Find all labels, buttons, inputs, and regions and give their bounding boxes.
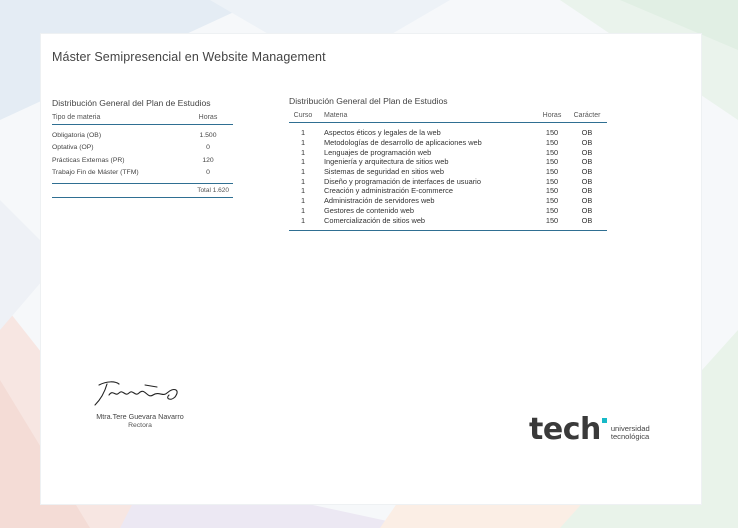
materia-cell: Administración de servidores web <box>324 196 435 206</box>
tipo-cell: Trabajo Fin de Máster (TFM) <box>52 169 139 177</box>
horas-cell: 150 <box>545 147 559 157</box>
tipo-cell: Prácticas Externas (PR) <box>52 156 125 164</box>
logo-word-text: tech <box>529 412 601 447</box>
signature-block: Mtra.Tere Guevara Navarro Rectora <box>60 375 220 429</box>
subjects-section-title: Distribución General del Plan de Estudio… <box>289 96 448 106</box>
subjects-table-body: 1 Aspectos éticos y legales de la web 15… <box>289 123 607 231</box>
handwritten-signature <box>94 381 178 406</box>
summary-table-header: Tipo de materia Horas <box>52 114 233 125</box>
materia-cell: Comercialización de sitios web <box>324 215 426 225</box>
curso-cell: 1 <box>300 205 306 215</box>
curso-cell: 1 <box>300 147 306 157</box>
table-row: 1 Diseño y programación de interfaces de… <box>289 176 607 186</box>
horas-cell: 150 <box>545 215 559 225</box>
col-horas-header: Horas <box>542 112 562 119</box>
caracter-cell: OB <box>581 215 593 225</box>
caracter-cell: OB <box>581 138 593 148</box>
table-row: 1 Creación y administración E-commerce 1… <box>289 186 607 196</box>
table-row: Trabajo Fin de Máster (TFM) 0 <box>52 167 233 180</box>
summary-table-body: Obligatoria (OB) 1.500 Optativa (OP) 0 P… <box>52 125 233 184</box>
curso-cell: 1 <box>300 167 306 177</box>
materia-cell: Ingeniería y arquitectura de sitios web <box>324 157 449 167</box>
horas-cell: 150 <box>545 176 559 186</box>
table-row: 1 Ingeniería y arquitectura de sitios we… <box>289 157 607 167</box>
caracter-cell: OB <box>581 167 593 177</box>
horas-cell: 150 <box>545 196 559 206</box>
materia-cell: Gestores de contenido web <box>324 205 414 215</box>
caracter-cell: OB <box>581 176 593 186</box>
caracter-cell: OB <box>581 128 593 138</box>
table-row: 1 Aspectos éticos y legales de la web 15… <box>289 128 607 138</box>
table-row: 1 Comercialización de sitios web 150 OB <box>289 215 607 225</box>
col-materia-header: Materia <box>324 112 348 119</box>
caracter-cell: OB <box>581 205 593 215</box>
horas-cell: 150 <box>545 157 559 167</box>
curso-cell: 1 <box>300 186 306 196</box>
curso-cell: 1 <box>300 138 306 148</box>
curso-cell: 1 <box>300 196 306 206</box>
curso-cell: 1 <box>300 157 306 167</box>
caracter-cell: OB <box>581 147 593 157</box>
tipo-cell: Optativa (OP) <box>52 144 94 152</box>
horas-cell: 150 <box>545 128 559 138</box>
signatory-role: Rectora <box>128 422 152 429</box>
horas-cell: 120 <box>202 156 214 164</box>
table-row: 1 Metodologías de desarrollo de aplicaci… <box>289 138 607 148</box>
curso-cell: 1 <box>300 215 306 225</box>
curso-cell: 1 <box>300 176 306 186</box>
curso-cell: 1 <box>300 128 306 138</box>
materia-cell: Aspectos éticos y legales de la web <box>324 128 441 138</box>
logo-line2: tecnológica <box>610 432 650 441</box>
logo-subtitle: universidad tecnológica <box>611 425 650 441</box>
col-curso-header: Curso <box>293 112 313 119</box>
materia-cell: Metodologías de desarrollo de aplicacion… <box>324 138 482 148</box>
horas-cell: 0 <box>206 144 210 152</box>
table-row: Prácticas Externas (PR) 120 <box>52 154 233 167</box>
table-row: Obligatoria (OB) 1.500 <box>52 129 233 142</box>
table-row: 1 Sistemas de seguridad en sitios web 15… <box>289 167 607 177</box>
caracter-cell: OB <box>581 196 593 206</box>
table-row: 1 Gestores de contenido web 150 OB <box>289 206 607 216</box>
document-title: Máster Semipresencial en Website Managem… <box>52 50 326 64</box>
table-row: Optativa (OP) 0 <box>52 142 233 155</box>
summary-section-title: Distribución General del Plan de Estudio… <box>52 98 211 108</box>
subjects-table-header: Curso Materia Horas Carácter <box>289 112 607 123</box>
col-tipo-header: Tipo de materia <box>52 114 101 121</box>
col-caracter-header: Carácter <box>573 112 601 119</box>
logo-accent-dot <box>601 418 607 423</box>
table-row: 1 Lenguajes de programación web 150 OB <box>289 147 607 157</box>
table-row: 1 Administración de servidores web 150 O… <box>289 196 607 206</box>
horas-cell: 150 <box>545 138 559 148</box>
tech-logo: tech universidad tecnológica <box>529 415 650 445</box>
materia-cell: Diseño y programación de interfaces de u… <box>324 176 481 186</box>
summary-table: Distribución General del Plan de Estudio… <box>52 98 233 198</box>
caracter-cell: OB <box>581 186 593 196</box>
horas-cell: 150 <box>545 205 559 215</box>
horas-cell: 150 <box>545 186 559 196</box>
materia-cell: Creación y administración E-commerce <box>324 186 453 196</box>
horas-cell: 0 <box>206 169 210 177</box>
caracter-cell: OB <box>581 157 593 167</box>
subjects-table: Distribución General del Plan de Estudio… <box>289 96 607 231</box>
summary-total: Total 1.620 <box>52 184 233 198</box>
logo-wordmark: tech <box>529 415 607 445</box>
materia-cell: Lenguajes de programación web <box>324 147 432 157</box>
col-horas-header: Horas <box>198 114 218 121</box>
materia-cell: Sistemas de seguridad en sitios web <box>324 167 444 177</box>
horas-cell: 150 <box>545 167 559 177</box>
tipo-cell: Obligatoria (OB) <box>52 131 102 139</box>
signatory-name: Mtra.Tere Guevara Navarro <box>96 412 184 421</box>
horas-cell: 1.500 <box>199 131 217 139</box>
